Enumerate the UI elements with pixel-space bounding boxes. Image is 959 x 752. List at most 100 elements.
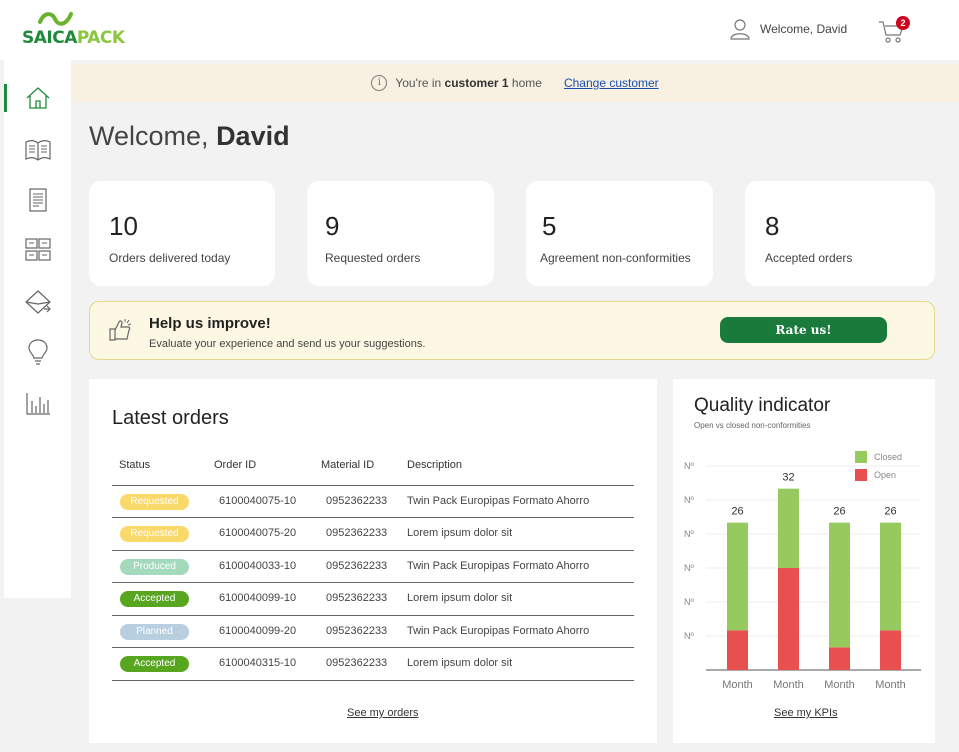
sidebar-item-catalog[interactable] [4,130,71,170]
order-id-cell: 6100040075-10 [219,495,297,507]
y-tick-label: Nº [684,597,694,607]
x-tick-label: Month [875,679,906,691]
kpi-value: 8 [765,211,780,241]
description-cell: Lorem ipsum dolor sit [407,592,513,604]
kpi-value: 9 [325,211,340,241]
feedback-subtitle: Evaluate your experience and send us you… [149,338,426,350]
bar-closed [727,522,748,631]
description-cell: Twin Pack Europipas Formato Ahorro [407,495,590,507]
sidebar-item-home[interactable] [4,78,71,118]
banner-text: You're in customer 1 home [395,76,542,90]
material-id-cell: 0952362233 [326,657,388,669]
bar-open [778,568,799,670]
column-header-order-id: Order ID [214,459,257,471]
home-icon [26,87,49,109]
x-tick-label: Month [773,679,804,691]
boxes-icon [24,238,51,261]
y-tick-label: Nº [684,461,694,471]
page-title: Welcome, David [89,121,290,151]
description-cell: Lorem ipsum dolor sit [407,527,513,539]
info-icon: i [371,75,388,91]
user-menu[interactable]: Welcome, David [730,18,847,40]
welcome-user-label: Welcome, David [760,22,848,36]
bar-total-label: 26 [833,506,845,518]
sidebar-item-kpis[interactable] [4,384,71,424]
order-id-cell: 6100040075-20 [219,527,297,539]
feedback-title: Help us improve! [149,315,271,332]
column-header-status: Status [119,459,151,471]
order-id-cell: 6100040033-10 [219,560,297,572]
status-badge: Requested [120,494,189,510]
table-row[interactable]: Requested 6100040075-10 0952362233 Twin … [112,485,634,517]
kpi-value: 5 [542,211,557,241]
column-header-description: Description [407,459,463,471]
sidebar-item-stock[interactable] [4,230,71,270]
kpi-value: 10 [109,211,138,241]
status-badge: Produced [120,559,189,575]
x-tick-label: Month [722,679,753,691]
lightbulb-icon [27,339,48,365]
order-id-cell: 6100040099-10 [219,592,297,604]
bar-total-label: 32 [782,472,794,484]
y-tick-label: Nº [684,631,694,641]
x-tick-label: Month [824,679,855,691]
bar-closed [778,488,799,568]
bar-open [727,630,748,670]
table-row[interactable]: Planned 6100040099-20 0952362233 Twin Pa… [112,615,634,647]
sidebar-item-messages[interactable] [4,282,71,322]
thumbs-up-icon [109,319,132,341]
legend-label: Closed [874,452,902,462]
document-icon [28,188,47,212]
sidebar-item-suggestions[interactable] [4,332,71,372]
kpi-label: Orders delivered today [109,251,231,265]
status-badge: Requested [120,526,189,542]
sidebar-item-documents[interactable] [4,180,71,220]
legend-label: Open [874,470,896,480]
legend-swatch [855,469,867,481]
kpi-label: Requested orders [325,251,421,265]
material-id-cell: 0952362233 [326,495,388,507]
rate-us-button[interactable]: Rate us! [720,317,887,343]
kpi-card-nonconformities[interactable]: 5 Agreement non-conformities [526,181,713,286]
sidebar [4,60,71,598]
bar-closed [829,522,850,648]
bar-total-label: 26 [884,506,896,518]
material-id-cell: 0952362233 [326,560,388,572]
see-my-kpis-link[interactable]: See my KPIs [774,707,838,719]
change-customer-link[interactable]: Change customer [564,76,659,90]
quality-indicator-panel: Quality indicator Open vs closed non-con… [673,379,935,743]
kpi-card-delivered[interactable]: 10 Orders delivered today [89,181,275,286]
column-header-material-id: Material ID [321,459,375,471]
status-badge: Accepted [120,656,189,672]
saicapack-logo[interactable]: SAICAPACK [22,10,147,50]
material-id-cell: 0952362233 [326,592,388,604]
cart-count-badge: 2 [896,16,910,30]
description-cell: Twin Pack Europipas Formato Ahorro [407,625,590,637]
latest-orders-title: Latest orders [112,407,229,429]
table-row[interactable]: Accepted 6100040315-10 0952362233 Lorem … [112,647,634,679]
logo-text: SAICAPACK [22,28,125,48]
kpi-label: Agreement non-conformities [540,251,691,265]
feedback-banner: Help us improve! Evaluate your experienc… [89,301,935,360]
material-id-cell: 0952362233 [326,625,388,637]
bar-open [829,647,850,670]
y-tick-label: Nº [684,495,694,505]
table-row[interactable]: Accepted 6100040099-10 0952362233 Lorem … [112,582,634,614]
cart-button[interactable]: 2 [878,16,910,46]
customer-banner: i You're in customer 1 home Change custo… [71,64,959,102]
user-icon [730,19,750,40]
kpi-card-accepted[interactable]: 8 Accepted orders [745,181,935,286]
y-tick-label: Nº [684,563,694,573]
see-my-orders-link[interactable]: See my orders [347,707,419,719]
bar-closed [880,522,901,631]
table-row[interactable]: Requested 6100040075-20 0952362233 Lorem… [112,517,634,549]
latest-orders-panel: Latest orders Status Order ID Material I… [89,379,657,743]
logo-mark-icon [38,12,73,26]
kpi-card-requested[interactable]: 9 Requested orders [307,181,494,286]
status-badge: Planned [120,624,189,640]
description-cell: Twin Pack Europipas Formato Ahorro [407,560,590,572]
y-tick-label: Nº [684,529,694,539]
table-row[interactable]: Produced 6100040033-10 0952362233 Twin P… [112,550,634,582]
catalog-book-icon [24,140,51,161]
legend-swatch [855,451,867,463]
